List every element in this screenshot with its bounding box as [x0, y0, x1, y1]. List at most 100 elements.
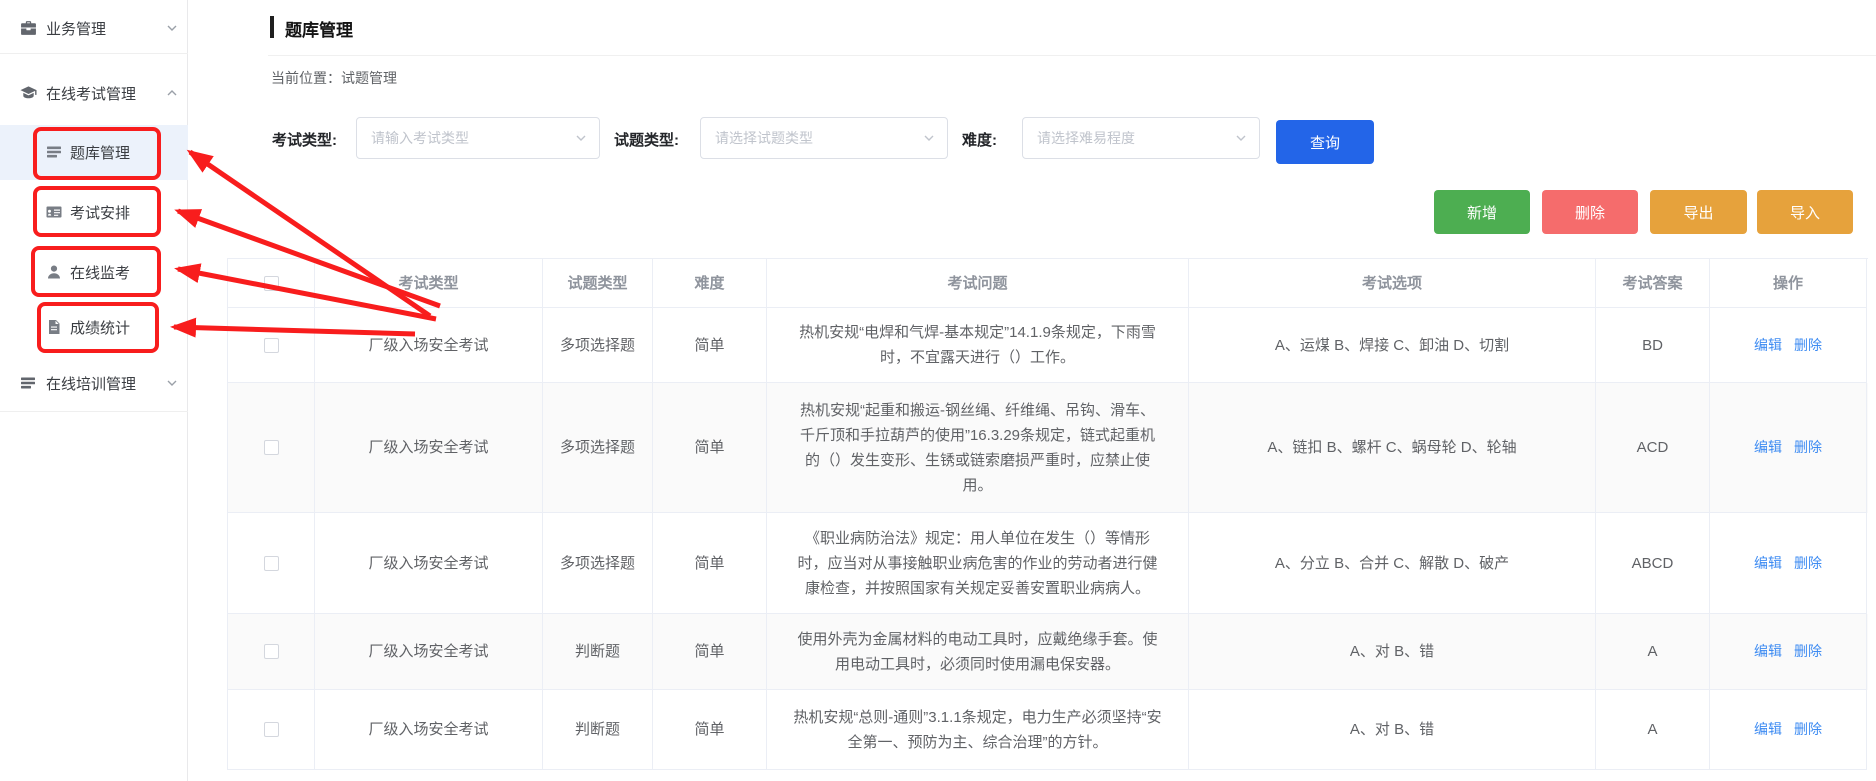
operations-cell: 编辑删除	[1710, 308, 1867, 383]
sidebar-item-label: 业务管理	[46, 18, 106, 39]
answer-cell: A	[1596, 690, 1710, 770]
briefcase-icon	[20, 20, 37, 37]
sidebar-item-exam-arrangement[interactable]: 考试安排	[0, 192, 188, 232]
select-all-checkbox[interactable]	[264, 276, 279, 291]
edit-link[interactable]: 编辑	[1754, 435, 1782, 460]
sidebar-item-label: 在线监考	[70, 262, 130, 283]
query-button[interactable]: 查询	[1276, 120, 1374, 164]
sidebar-item-label: 考试安排	[70, 202, 130, 223]
breadcrumb-current: 试题管理	[341, 70, 397, 86]
table-row: 厂级入场安全考试 多项选择题 简单 《职业病防治法》规定：用人单位在发生（）等情…	[228, 513, 1868, 614]
difficulty-placeholder: 请选择难易程度	[1037, 128, 1135, 148]
row-checkbox[interactable]	[264, 644, 279, 659]
sidebar: 业务管理 在线考试管理 题库管理 考试安排 在线监考	[0, 0, 188, 781]
answer-cell: A	[1596, 614, 1710, 690]
row-select-cell	[228, 383, 315, 513]
row-select-cell	[228, 513, 315, 614]
delete-link[interactable]: 删除	[1794, 639, 1822, 664]
exam-type-cell: 厂级入场安全考试	[315, 513, 543, 614]
exam-type-cell: 厂级入场安全考试	[315, 308, 543, 383]
row-select-cell	[228, 308, 315, 383]
row-checkbox[interactable]	[264, 556, 279, 571]
user-icon	[46, 264, 62, 280]
difficulty-cell: 简单	[653, 690, 767, 770]
operations-cell: 编辑删除	[1710, 513, 1867, 614]
question-cell: 《职业病防治法》规定：用人单位在发生（）等情形时，应当对从事接触职业病危害的作业…	[767, 513, 1189, 614]
row-checkbox[interactable]	[264, 338, 279, 353]
question-type-cell: 判断题	[543, 690, 653, 770]
exam-type-cell: 厂级入场安全考试	[315, 383, 543, 513]
sidebar-item-score-statistics[interactable]: 成绩统计	[0, 307, 188, 347]
row-checkbox[interactable]	[264, 440, 279, 455]
column-header-options: 考试选项	[1189, 259, 1596, 308]
answer-cell: ABCD	[1596, 513, 1710, 614]
options-cell: A、运煤 B、焊接 C、卸油 D、切割	[1189, 308, 1596, 383]
question-cell: 热机安规“电焊和气焊-基本规定”14.1.9条规定，下雨雪时，不宜露天进行（）工…	[767, 308, 1189, 383]
chevron-down-icon	[923, 132, 935, 144]
options-cell: A、链扣 B、螺杆 C、蜗母轮 D、轮轴	[1189, 383, 1596, 513]
question-type-cell: 判断题	[543, 614, 653, 690]
sidebar-item-label: 成绩统计	[70, 317, 130, 338]
chevron-down-icon	[1235, 132, 1247, 144]
exam-type-select[interactable]: 请输入考试类型	[356, 117, 600, 159]
exam-type-cell: 厂级入场安全考试	[315, 614, 543, 690]
sidebar-divider	[0, 53, 188, 54]
table-row: 厂级入场安全考试 判断题 简单 热机安规“总则-通则”3.1.1条规定，电力生产…	[228, 690, 1868, 770]
document-icon	[46, 319, 62, 335]
edit-link[interactable]: 编辑	[1754, 639, 1782, 664]
operations-cell: 编辑删除	[1710, 690, 1867, 770]
add-button[interactable]: 新增	[1434, 190, 1530, 234]
column-header-operations: 操作	[1710, 259, 1867, 308]
options-cell: A、对 B、错	[1189, 614, 1596, 690]
chevron-up-icon	[166, 87, 178, 99]
sidebar-item-online-proctoring[interactable]: 在线监考	[0, 252, 188, 292]
question-cell: 使用外壳为金属材料的电动工具时，应戴绝缘手套。使用电动工具时，必须同时使用漏电保…	[767, 614, 1189, 690]
select-all-cell	[228, 259, 315, 308]
question-cell: 热机安规“总则-通则”3.1.1条规定，电力生产必须坚持“安全第一、预防为主、综…	[767, 690, 1189, 770]
delete-link[interactable]: 删除	[1794, 551, 1822, 576]
export-button[interactable]: 导出	[1650, 190, 1747, 234]
column-header-difficulty: 难度	[653, 259, 767, 308]
sidebar-item-online-training-management[interactable]: 在线培训管理	[0, 363, 188, 403]
chevron-down-icon	[166, 22, 178, 34]
sidebar-divider	[0, 411, 188, 412]
sidebar-item-label: 在线考试管理	[46, 83, 136, 104]
question-table: 考试类型 试题类型 难度 考试问题 考试选项 考试答案 操作 厂级入场安全考试 …	[227, 258, 1868, 770]
sidebar-item-question-bank-management[interactable]: 题库管理	[0, 132, 188, 172]
difficulty-cell: 简单	[653, 513, 767, 614]
difficulty-cell: 简单	[653, 308, 767, 383]
answer-cell: BD	[1596, 308, 1710, 383]
title-accent-bar	[270, 16, 274, 38]
table-row: 厂级入场安全考试 多项选择题 简单 热机安规“电焊和气焊-基本规定”14.1.9…	[228, 308, 1868, 383]
delete-link[interactable]: 删除	[1794, 333, 1822, 358]
delete-link[interactable]: 删除	[1794, 435, 1822, 460]
exam-type-placeholder: 请输入考试类型	[371, 128, 469, 148]
graduation-cap-icon	[20, 85, 37, 102]
edit-link[interactable]: 编辑	[1754, 551, 1782, 576]
edit-link[interactable]: 编辑	[1754, 333, 1782, 358]
row-select-cell	[228, 614, 315, 690]
options-cell: A、对 B、错	[1189, 690, 1596, 770]
sidebar-item-business-management[interactable]: 业务管理	[0, 8, 188, 48]
question-type-cell: 多项选择题	[543, 513, 653, 614]
list-icon	[46, 144, 62, 160]
difficulty-cell: 简单	[653, 383, 767, 513]
chevron-down-icon	[575, 132, 587, 144]
column-header-exam-type: 考试类型	[315, 259, 543, 308]
breadcrumb-label: 当前位置：	[271, 70, 341, 86]
question-type-label: 试题类型:	[614, 129, 679, 150]
table-header-row: 考试类型 试题类型 难度 考试问题 考试选项 考试答案 操作	[228, 259, 1868, 308]
difficulty-cell: 简单	[653, 614, 767, 690]
question-type-cell: 多项选择题	[543, 383, 653, 513]
row-checkbox[interactable]	[264, 722, 279, 737]
question-type-select[interactable]: 请选择试题类型	[700, 117, 948, 159]
edit-link[interactable]: 编辑	[1754, 717, 1782, 742]
page-title: 题库管理	[285, 16, 353, 41]
delete-link[interactable]: 删除	[1794, 717, 1822, 742]
difficulty-select[interactable]: 请选择难易程度	[1022, 117, 1260, 159]
breadcrumb: 当前位置：试题管理	[271, 68, 397, 88]
delete-button[interactable]: 删除	[1542, 190, 1638, 234]
sidebar-item-online-exam-management[interactable]: 在线考试管理	[0, 73, 188, 113]
list-icon	[20, 375, 37, 392]
import-button[interactable]: 导入	[1757, 190, 1853, 234]
